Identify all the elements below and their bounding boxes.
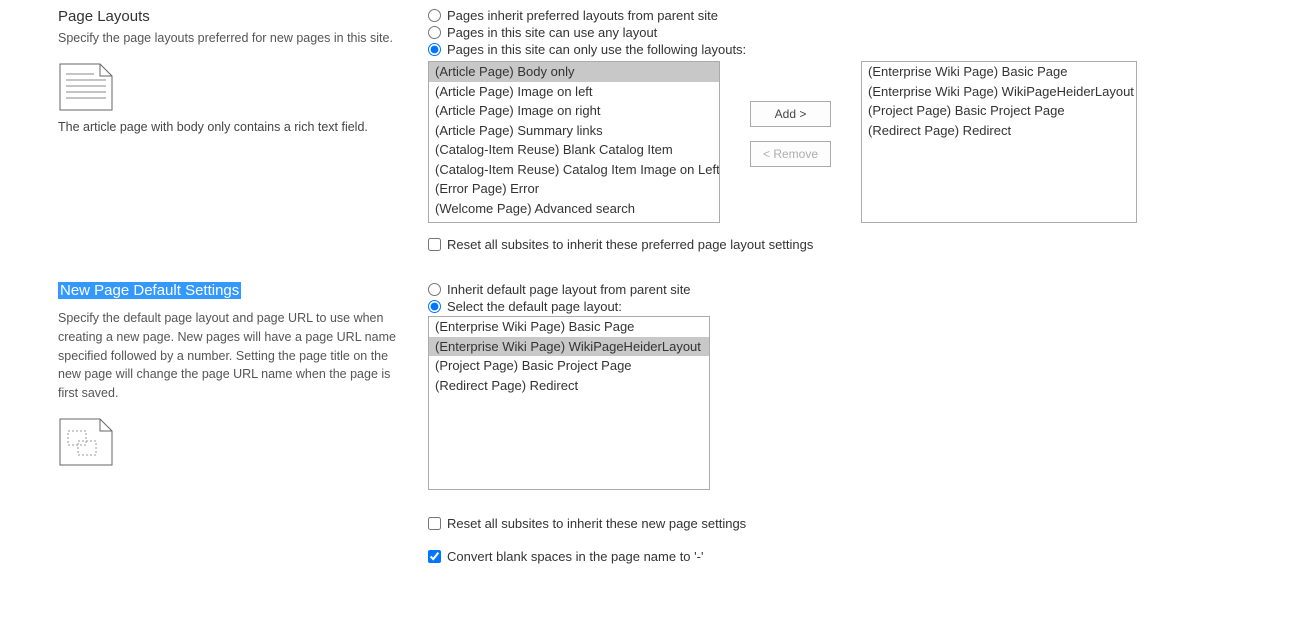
list-item[interactable]: (Welcome Page) Advanced search [429,199,719,219]
reset-newpage-label: Reset all subsites to inherit these new … [447,516,746,531]
radio-inherit-default[interactable]: Inherit default page layout from parent … [428,282,1309,297]
article-body-icon [58,62,408,112]
new-page-icon [58,417,408,467]
picker-buttons: Add > < Remove [750,101,831,167]
radio-any-layout-input[interactable] [428,26,441,39]
radio-select-default[interactable]: Select the default page layout: [428,299,1309,314]
page-layouts-right: Pages inherit preferred layouts from par… [428,8,1309,252]
page-layouts-section: Page Layouts Specify the page layouts pr… [58,8,1309,252]
radio-select-default-input[interactable] [428,300,441,313]
radio-only-layouts-input[interactable] [428,43,441,56]
page-layouts-title: Page Layouts [58,8,408,25]
layout-picker: (Article Page) Body only(Article Page) I… [428,61,1309,223]
reset-newpage-checkbox[interactable] [428,517,441,530]
list-item[interactable]: (Redirect Page) Redirect [862,121,1136,141]
list-item[interactable]: (Enterprise Wiki Page) WikiPageHeiderLay… [862,82,1136,102]
list-item[interactable]: (Article Page) Summary links [429,121,719,141]
list-item[interactable]: (Welcome Page) Blank Web Part page [429,218,719,223]
list-item[interactable]: (Article Page) Image on left [429,82,719,102]
list-item[interactable]: (Catalog-Item Reuse) Catalog Item Image … [429,160,719,180]
page-layouts-desc: Specify the page layouts preferred for n… [58,29,408,48]
available-layouts-listbox[interactable]: (Article Page) Body only(Article Page) I… [428,61,720,223]
list-item[interactable]: (Error Page) Error [429,179,719,199]
radio-only-layouts-label: Pages in this site can only use the foll… [447,42,746,57]
radio-any-layout[interactable]: Pages in this site can use any layout [428,25,1309,40]
list-item[interactable]: (Project Page) Basic Project Page [429,356,709,376]
radio-inherit-layouts-input[interactable] [428,9,441,22]
list-item[interactable]: (Redirect Page) Redirect [429,376,709,396]
new-page-right: Inherit default page layout from parent … [428,282,1309,564]
convert-spaces-check[interactable]: Convert blank spaces in the page name to… [428,549,1309,564]
page-layouts-left: Page Layouts Specify the page layouts pr… [58,8,428,252]
list-item[interactable]: (Article Page) Image on right [429,101,719,121]
remove-button[interactable]: < Remove [750,141,831,167]
reset-layouts-checkbox[interactable] [428,238,441,251]
radio-inherit-default-input[interactable] [428,283,441,296]
convert-spaces-label: Convert blank spaces in the page name to… [447,549,703,564]
list-item[interactable]: (Enterprise Wiki Page) Basic Page [429,317,709,337]
list-item[interactable]: (Enterprise Wiki Page) Basic Page [862,62,1136,82]
convert-spaces-checkbox[interactable] [428,550,441,563]
radio-any-layout-label: Pages in this site can use any layout [447,25,657,40]
list-item[interactable]: (Enterprise Wiki Page) WikiPageHeiderLay… [429,337,709,357]
selected-layouts-listbox[interactable]: (Enterprise Wiki Page) Basic Page(Enterp… [861,61,1137,223]
reset-newpage-check[interactable]: Reset all subsites to inherit these new … [428,516,1309,531]
radio-select-default-label: Select the default page layout: [447,299,622,314]
new-page-title: New Page Default Settings [58,282,241,299]
list-item[interactable]: (Catalog-Item Reuse) Blank Catalog Item [429,140,719,160]
new-page-section: New Page Default Settings Specify the de… [58,282,1309,564]
new-page-left: New Page Default Settings Specify the de… [58,282,428,564]
radio-inherit-layouts[interactable]: Pages inherit preferred layouts from par… [428,8,1309,23]
reset-layouts-label: Reset all subsites to inherit these pref… [447,237,813,252]
radio-inherit-default-label: Inherit default page layout from parent … [447,282,691,297]
page-layouts-caption: The article page with body only contains… [58,120,408,134]
radio-inherit-layouts-label: Pages inherit preferred layouts from par… [447,8,718,23]
add-button[interactable]: Add > [750,101,831,127]
default-layout-listbox[interactable]: (Enterprise Wiki Page) Basic Page(Enterp… [428,316,710,490]
list-item[interactable]: (Project Page) Basic Project Page [862,101,1136,121]
radio-only-layouts[interactable]: Pages in this site can only use the foll… [428,42,1309,57]
new-page-desc: Specify the default page layout and page… [58,309,408,403]
list-item[interactable]: (Article Page) Body only [429,62,719,82]
reset-layouts-check[interactable]: Reset all subsites to inherit these pref… [428,237,1309,252]
